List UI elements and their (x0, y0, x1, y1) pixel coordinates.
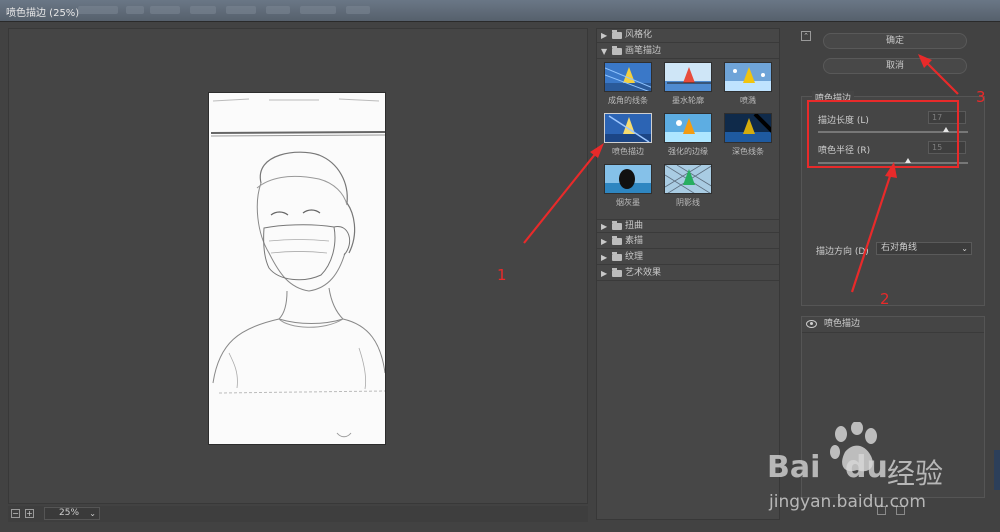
filter-gallery-window: 喷色描边 (25%) − + 25% ⌄ ▶ 风格化 ▼ 画笔描边 成角的线条 … (0, 0, 1000, 532)
annotation-number-1: 1 (497, 266, 507, 284)
watermark-jingyan: 经验 (887, 457, 944, 490)
watermark-brand: Bai (767, 450, 821, 485)
watermark-url: jingyan.baidu.com (769, 492, 926, 512)
annotation-number-2: 2 (880, 290, 890, 308)
annotation-number-3: 3 (976, 88, 986, 106)
watermark-brand-du: du (845, 450, 888, 485)
baidu-jingyan-watermark: Bai du 经验 jingyan.baidu.com (765, 420, 980, 520)
edge-strip (994, 450, 1000, 490)
